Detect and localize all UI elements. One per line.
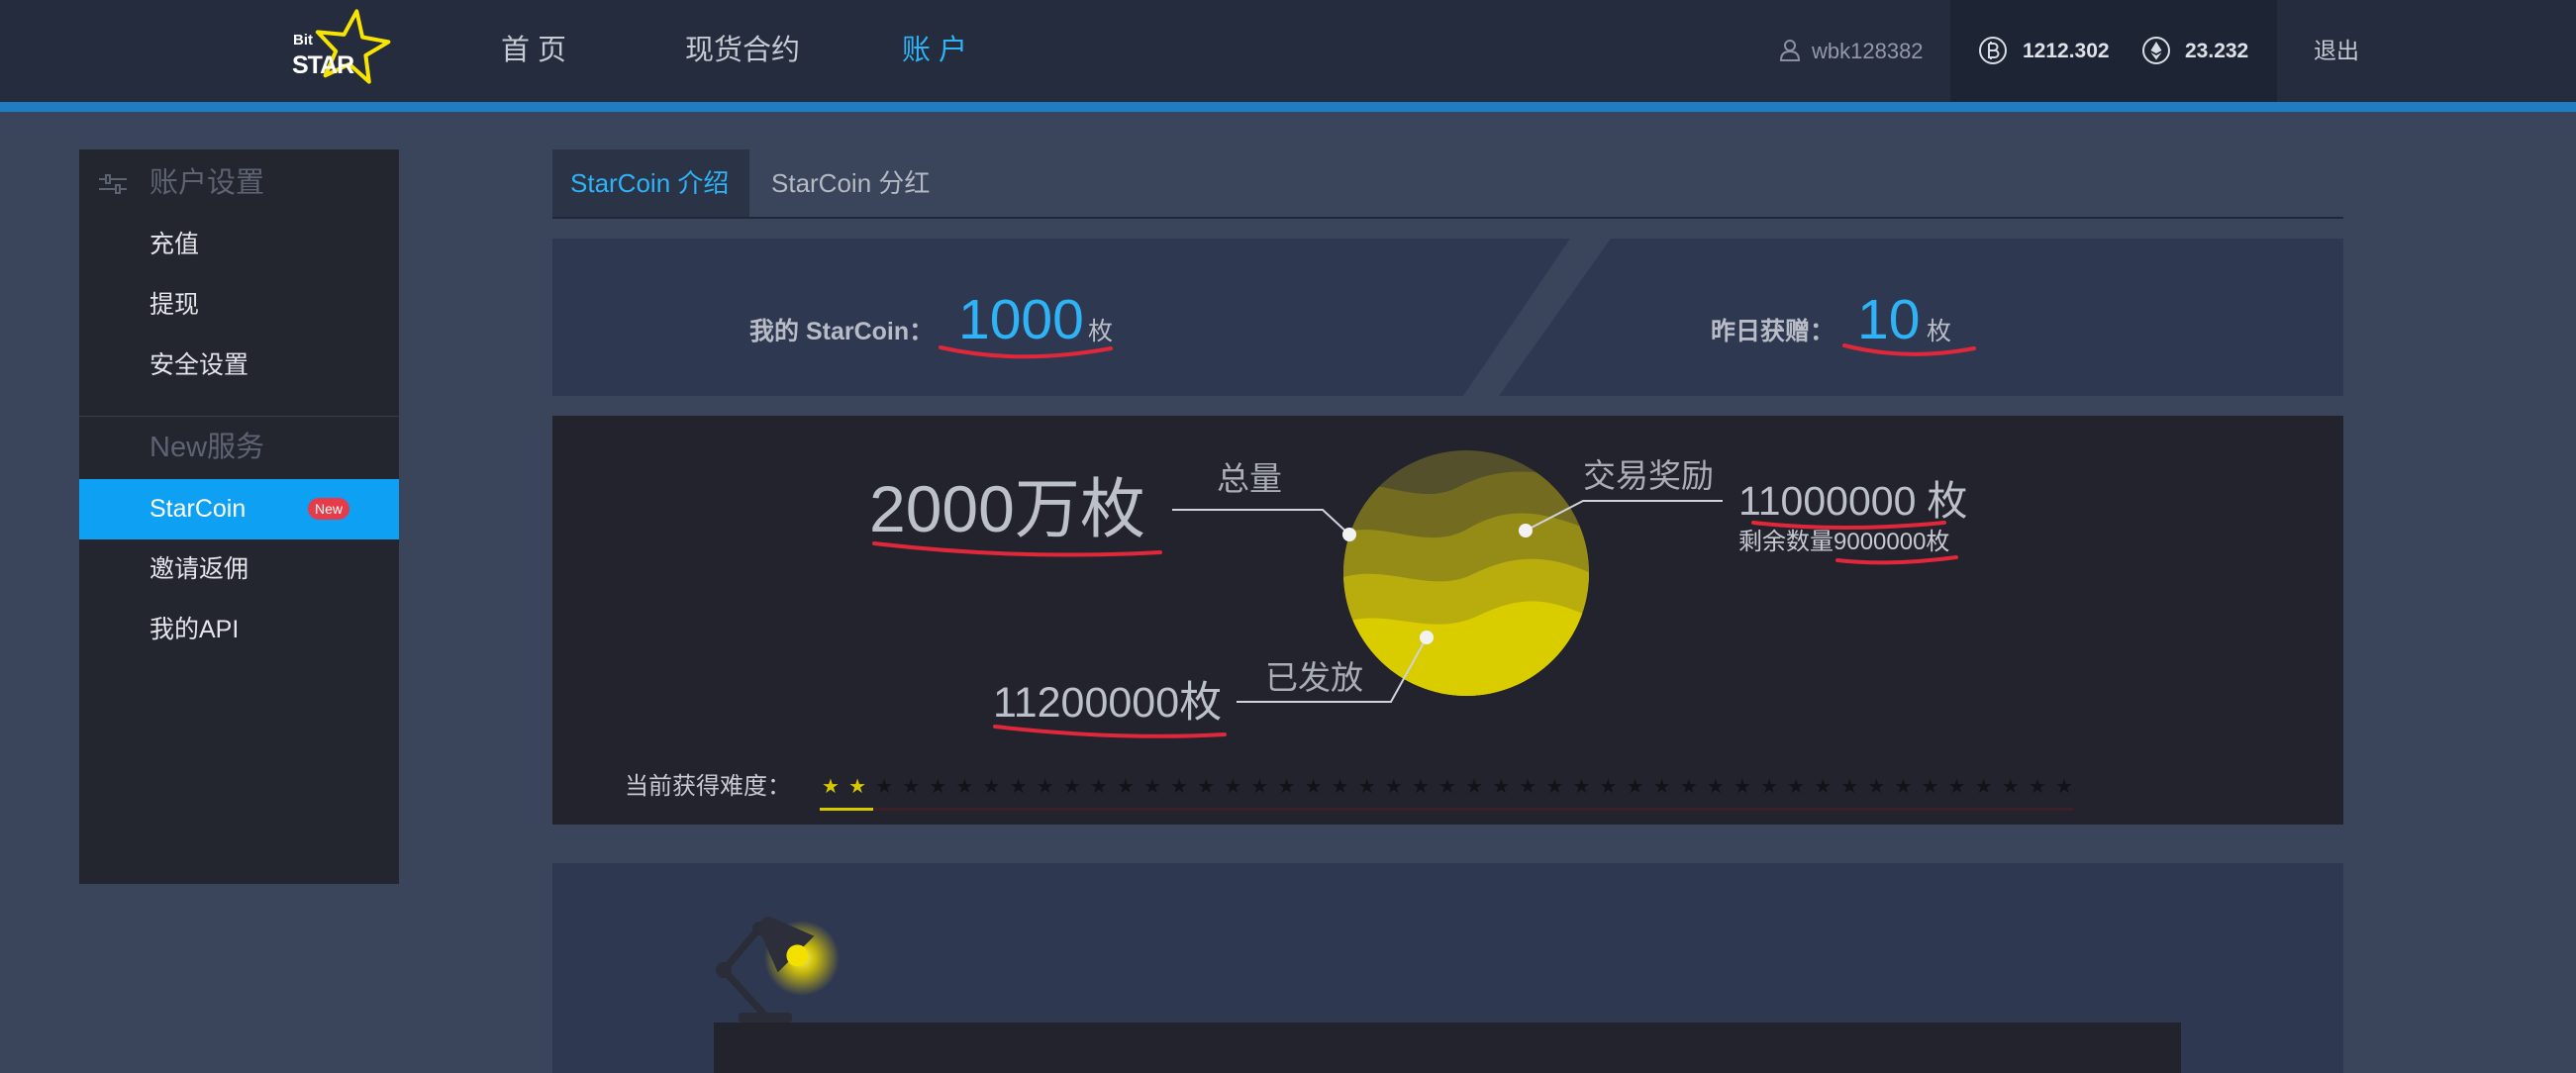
yesterday-gift-label: 昨日获赠： <box>1711 318 1835 345</box>
remaining-label: 剩余数量 <box>1738 529 1833 555</box>
sidebar: 账户设置 充值 提现 安全设置 New服务 StarCoin New 邀请返佣 … <box>79 149 399 884</box>
total-leader-line <box>1172 509 1350 536</box>
difficulty-progress-fill <box>820 808 873 811</box>
total-supply-label: 总量 <box>1217 460 1282 497</box>
reward-marker-dot <box>1519 524 1533 537</box>
star-logo-icon <box>315 9 391 84</box>
tab-starcoin-intro[interactable]: StarCoin 介绍 <box>552 149 749 217</box>
sidebar-item-label: StarCoin <box>149 495 247 523</box>
ethereum-icon <box>2142 37 2170 64</box>
balance-box: 1212.302 23.232 <box>1950 0 2277 102</box>
nav-home[interactable]: 首 页 <box>501 0 566 102</box>
coin-layers-graphic <box>1343 450 1589 696</box>
btc-balance: 1212.302 <box>2023 40 2110 62</box>
sidebar-item-withdraw[interactable]: 提现 <box>79 275 399 336</box>
sidebar-item-starcoin[interactable]: StarCoin New <box>79 479 399 539</box>
desk-lamp-icon <box>714 916 2181 1073</box>
total-supply-value: 2000万枚 <box>869 472 1145 545</box>
eth-balance: 23.232 <box>2185 40 2249 62</box>
trade-reward-unit: 枚 <box>1927 478 1968 524</box>
logo-text-bottom: STAR <box>292 51 354 79</box>
trade-reward-amount: 11000000 枚 <box>1738 479 1967 523</box>
sidebar-group-title: 账户设置 <box>149 167 265 199</box>
nav-account[interactable]: 账 户 <box>902 0 967 102</box>
username[interactable]: wbk128382 <box>1812 0 1924 102</box>
issued-label: 已发放 <box>1265 659 1363 696</box>
distribution-graphic <box>872 450 1958 738</box>
bitcoin-icon <box>1979 37 2007 64</box>
my-starcoin-value: 1000 <box>958 288 1084 351</box>
sidebar-group-title: New服务 <box>149 432 265 463</box>
sidebar-group-new-services: New服务 <box>79 417 399 479</box>
yesterday-gift-value: 10 <box>1857 288 1921 351</box>
trade-reward-label: 交易奖励 <box>1583 457 1714 494</box>
new-badge: New <box>308 498 350 520</box>
sidebar-item-referral[interactable]: 邀请返佣 <box>79 539 399 600</box>
sidebar-group-account-settings: 账户设置 <box>79 152 399 215</box>
issued-value: 11200000枚 <box>993 679 1223 727</box>
tab-bar: StarCoin 介绍 StarCoin 分红 <box>552 149 2343 219</box>
content-panel <box>714 1023 2181 1073</box>
my-starcoin-label: 我的 StarCoin： <box>749 318 935 345</box>
logo-text-top: Bit <box>293 32 313 49</box>
top-header: Bit STAR 首 页 现货合约 账 户 wbk128382 1212.302… <box>0 0 2576 102</box>
annotation-underline <box>993 725 1227 738</box>
issued-marker-dot <box>1420 631 1434 644</box>
sliders-icon <box>99 174 127 194</box>
logout-link[interactable]: 退出 <box>2314 0 2359 102</box>
remaining-amount: 剩余数量9000000枚 <box>1738 529 1949 556</box>
annotation-underline <box>1835 555 1958 565</box>
trade-reward-value: 11000000 <box>1738 478 1917 524</box>
yesterday-gift-unit: 枚 <box>1927 318 1952 345</box>
difficulty-progress-track <box>820 808 2074 811</box>
panel-diagonal-divider <box>1463 239 1611 396</box>
starcoin-distribution-panel: 2000万枚 总量 交易奖励 11000000 枚 剩余数量9000000枚 已发… <box>552 416 2343 825</box>
difficulty-label: 当前获得难度： <box>625 773 791 800</box>
remaining-value: 9000000枚 <box>1833 529 1950 555</box>
header-accent-stripe <box>0 102 2576 112</box>
nav-spot-contract[interactable]: 现货合约 <box>685 0 800 102</box>
total-marker-dot <box>1342 528 1356 541</box>
sidebar-item-deposit[interactable]: 充值 <box>79 215 399 275</box>
starcoin-stats-panel: 我的 StarCoin： 1000 枚 昨日获赠： 10 枚 <box>552 239 2343 396</box>
my-starcoin-unit: 枚 <box>1088 318 1114 345</box>
tab-starcoin-dividend[interactable]: StarCoin 分红 <box>771 149 930 217</box>
sidebar-item-security[interactable]: 安全设置 <box>79 336 399 396</box>
starcoin-intro-section <box>552 863 2343 1073</box>
sidebar-item-api[interactable]: 我的API <box>79 600 399 660</box>
user-icon <box>1779 40 1801 61</box>
